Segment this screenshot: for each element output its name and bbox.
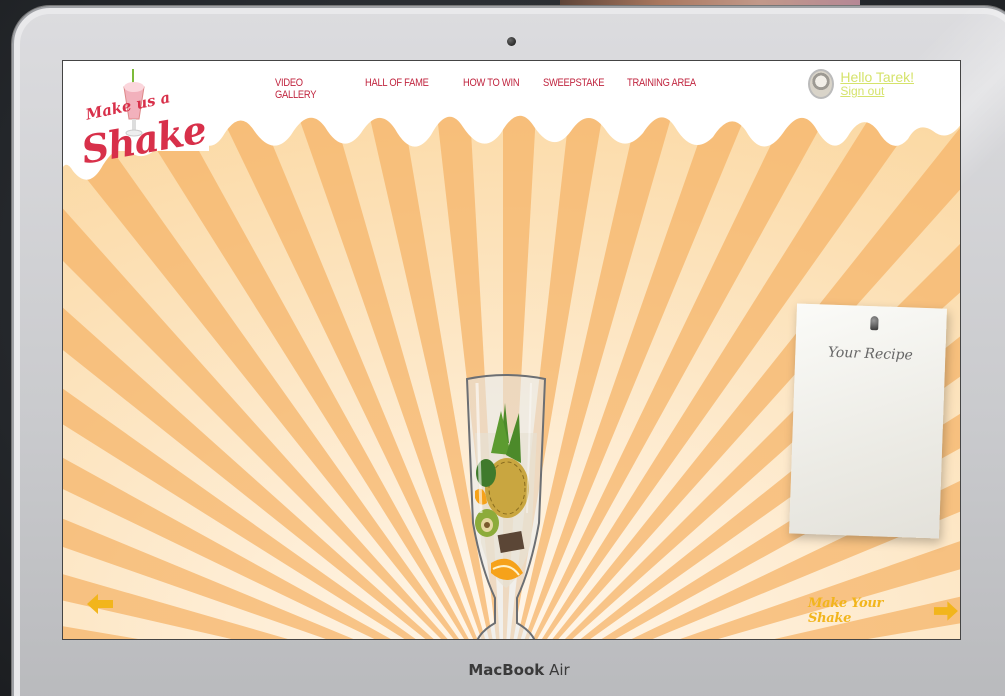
shake-glass[interactable] bbox=[461, 373, 551, 639]
camera-icon bbox=[507, 37, 516, 46]
nav-item-sweepstake[interactable]: SWEEPSTAKE bbox=[543, 77, 614, 101]
make-your-shake-button[interactable]: Make Your Shake bbox=[808, 596, 960, 626]
browser-viewport: Make us a Shake VIDEO GALLERY HALL OF FA… bbox=[62, 60, 961, 640]
arrow-right-icon bbox=[934, 601, 959, 621]
make-your-shake-label: Make Your Shake bbox=[808, 596, 884, 626]
sign-out-link[interactable]: Sign out bbox=[840, 85, 914, 98]
site-logo[interactable]: Make us a Shake bbox=[78, 69, 209, 184]
device-brand-label: MacBook Air bbox=[14, 661, 1005, 679]
brand-light: Air bbox=[549, 661, 570, 679]
brand-bold: MacBook bbox=[468, 661, 545, 679]
avatar[interactable] bbox=[808, 69, 835, 99]
user-greeting-link[interactable]: Hello Tarek! bbox=[840, 69, 914, 85]
laptop-frame: Make us a Shake VIDEO GALLERY HALL OF FA… bbox=[12, 6, 1005, 696]
nav-item-video-gallery[interactable]: VIDEO GALLERY bbox=[275, 77, 345, 101]
pushpin-icon bbox=[870, 316, 879, 331]
nav-item-training-area[interactable]: TRAINING AREA bbox=[627, 77, 704, 101]
recipe-note: Your Recipe bbox=[789, 303, 947, 539]
user-links: Hello Tarek! Sign out bbox=[840, 69, 914, 98]
nav-item-how-to-win[interactable]: HOW TO WIN bbox=[463, 77, 531, 101]
main-nav: VIDEO GALLERY HALL OF FAME HOW TO WIN SW… bbox=[275, 77, 717, 101]
nav-item-hall-of-fame[interactable]: HALL OF FAME bbox=[365, 77, 448, 101]
blender-glass-icon bbox=[465, 374, 547, 639]
arrow-left-icon[interactable] bbox=[85, 593, 115, 615]
recipe-title: Your Recipe bbox=[827, 344, 914, 364]
user-panel: Hello Tarek! Sign out bbox=[808, 69, 914, 99]
